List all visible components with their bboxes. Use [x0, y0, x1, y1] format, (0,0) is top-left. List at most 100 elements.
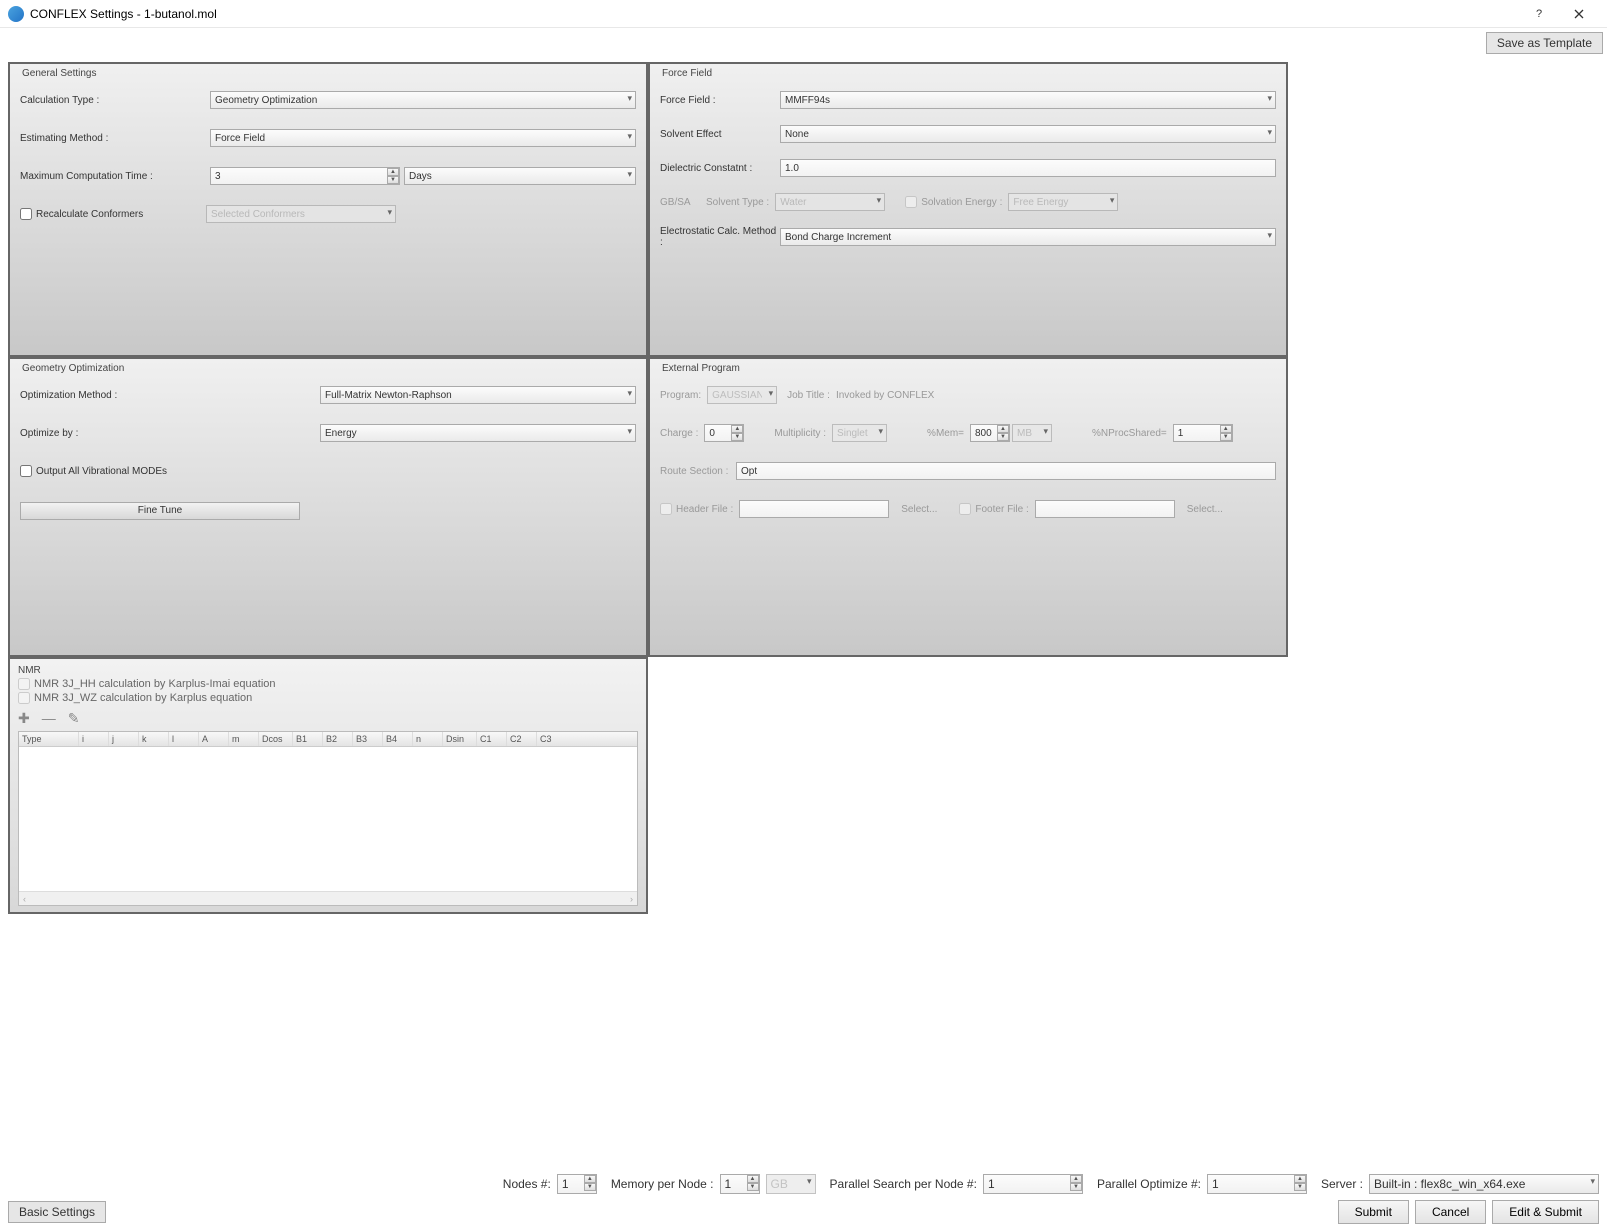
parallel-search-input[interactable] [983, 1174, 1083, 1194]
max-comp-label: Maximum Computation Time : [20, 171, 210, 182]
recalc-conformers-checkbox[interactable] [20, 208, 32, 220]
server-select[interactable]: Built-in : flex8c_win_x64.exe [1369, 1174, 1599, 1194]
parallel-opt-input[interactable] [1207, 1174, 1307, 1194]
header-file-label: Header File : [676, 504, 733, 515]
ff-select[interactable]: MMFF94s [780, 91, 1276, 109]
ff-legend: Force Field [662, 68, 712, 79]
optimize-by-label: Optimize by : [20, 428, 320, 439]
parallel-search-label: Parallel Search per Node #: [830, 1177, 977, 1191]
dielectric-label: Dielectric Constatnt : [660, 163, 780, 174]
close-button[interactable] [1559, 0, 1599, 28]
scroll-right-icon[interactable]: › [626, 894, 637, 904]
edit-icon: ✎ [68, 710, 80, 727]
mem-per-node-label: Memory per Node : [611, 1177, 714, 1191]
solvation-energy-select: Free Energy [1008, 193, 1118, 211]
recalc-label: Recalculate Conformers [36, 209, 206, 220]
max-comp-unit-select[interactable]: Days [404, 167, 636, 185]
parallel-opt-label: Parallel Optimize #: [1097, 1177, 1201, 1191]
mem-label: %Mem= [927, 428, 964, 439]
nmr-col-j[interactable]: j [109, 732, 139, 746]
cancel-button[interactable]: Cancel [1415, 1200, 1486, 1224]
nmr-col-Dcos[interactable]: Dcos [259, 732, 293, 746]
optimize-by-select[interactable]: Energy [320, 424, 636, 442]
nmr-table: Type i j k l A m Dcos B1 B2 B3 B4 n Dsin… [18, 731, 638, 906]
nmr-col-A[interactable]: A [199, 732, 229, 746]
nmr-scrollbar[interactable]: ‹› [19, 891, 637, 905]
electro-label: Electrostatic Calc. Method : [660, 226, 780, 248]
scroll-left-icon[interactable]: ‹ [19, 894, 30, 904]
nmr-col-n[interactable]: n [413, 732, 443, 746]
output-vib-checkbox[interactable] [20, 465, 32, 477]
basic-settings-button[interactable]: Basic Settings [8, 1201, 106, 1223]
nmr-col-Dsin[interactable]: Dsin [443, 732, 477, 746]
nmr-col-C3[interactable]: C3 [537, 732, 637, 746]
bottom-bar: Nodes #: ▲▼ Memory per Node : ▲▼ GB Para… [0, 1168, 1607, 1200]
spinner-down-icon[interactable]: ▼ [387, 176, 399, 184]
app-icon [8, 6, 24, 22]
nmr-col-B4[interactable]: B4 [383, 732, 413, 746]
output-vib-label: Output All Vibrational MODEs [36, 466, 167, 477]
submit-button[interactable]: Submit [1338, 1200, 1409, 1224]
spinner-up-icon[interactable]: ▲ [584, 1175, 596, 1183]
solvent-type-select: Water [775, 193, 885, 211]
multiplicity-select: Singlet [832, 424, 887, 442]
geoopt-legend: Geometry Optimization [22, 363, 124, 374]
nmr-wz-label: NMR 3J_WZ calculation by Karplus equatio… [34, 692, 252, 704]
header-file-checkbox [660, 503, 672, 515]
nmr-col-C1[interactable]: C1 [477, 732, 507, 746]
force-field-panel: Force Field Force Field : MMFF94s Solven… [648, 62, 1288, 357]
charge-label: Charge : [660, 428, 698, 439]
nmr-col-C2[interactable]: C2 [507, 732, 537, 746]
save-as-template-button[interactable]: Save as Template [1486, 32, 1603, 54]
solvent-type-label: Solvent Type : [706, 197, 769, 208]
opt-method-select[interactable]: Full-Matrix Newton-Raphson [320, 386, 636, 404]
mem-unit-select: GB [766, 1174, 816, 1194]
gbsa-label: GB/SA [660, 197, 700, 208]
geometry-optimization-panel: Geometry Optimization Optimization Metho… [8, 357, 648, 657]
external-program-panel: External Program Program: GAUSSIAN Job T… [648, 357, 1288, 657]
nmr-col-B2[interactable]: B2 [323, 732, 353, 746]
est-method-label: Estimating Method : [20, 133, 210, 144]
nmr-col-k[interactable]: k [139, 732, 169, 746]
nmr-col-i[interactable]: i [79, 732, 109, 746]
add-icon: ✚ [18, 710, 30, 727]
nmr-col-l[interactable]: l [169, 732, 199, 746]
nmr-col-type[interactable]: Type [19, 732, 79, 746]
electro-select[interactable]: Bond Charge Increment [780, 228, 1276, 246]
solvation-energy-checkbox [905, 196, 917, 208]
remove-icon: — [42, 710, 56, 727]
opt-method-label: Optimization Method : [20, 390, 320, 401]
server-label: Server : [1321, 1177, 1363, 1191]
solvent-effect-select[interactable]: None [780, 125, 1276, 143]
title-bar: CONFLEX Settings - 1-butanol.mol ? [0, 0, 1607, 28]
calc-type-select[interactable]: Geometry Optimization [210, 91, 636, 109]
fine-tune-button[interactable]: Fine Tune [20, 502, 300, 520]
dielectric-input[interactable] [780, 159, 1276, 177]
footer-file-checkbox [959, 503, 971, 515]
nmr-col-B1[interactable]: B1 [293, 732, 323, 746]
nmr-col-m[interactable]: m [229, 732, 259, 746]
spinner-down-icon[interactable]: ▼ [584, 1183, 596, 1191]
nproc-label: %NProcShared= [1092, 428, 1167, 439]
calc-type-label: Calculation Type : [20, 95, 210, 106]
nmr-hh-checkbox [18, 678, 30, 690]
header-select-button: Select... [901, 504, 937, 515]
nmr-legend: NMR [18, 665, 638, 676]
general-legend: General Settings [22, 68, 97, 79]
spinner-up-icon[interactable]: ▲ [387, 168, 399, 176]
route-label: Route Section : [660, 466, 730, 477]
edit-submit-button[interactable]: Edit & Submit [1492, 1200, 1599, 1224]
nmr-panel: NMR NMR 3J_HH calculation by Karplus-Ima… [8, 657, 648, 914]
est-method-select[interactable]: Force Field [210, 129, 636, 147]
recalc-select: Selected Conformers [206, 205, 396, 223]
nmr-col-B3[interactable]: B3 [353, 732, 383, 746]
nodes-label: Nodes #: [503, 1177, 551, 1191]
external-legend: External Program [662, 363, 740, 374]
max-comp-value-input[interactable] [210, 167, 400, 185]
mem-unit-select: MB [1012, 424, 1052, 442]
jobtitle-label: Job Title : [787, 390, 830, 401]
window-title: CONFLEX Settings - 1-butanol.mol [30, 7, 217, 21]
header-file-input [739, 500, 889, 518]
nmr-wz-checkbox [18, 692, 30, 704]
help-button[interactable]: ? [1519, 0, 1559, 28]
